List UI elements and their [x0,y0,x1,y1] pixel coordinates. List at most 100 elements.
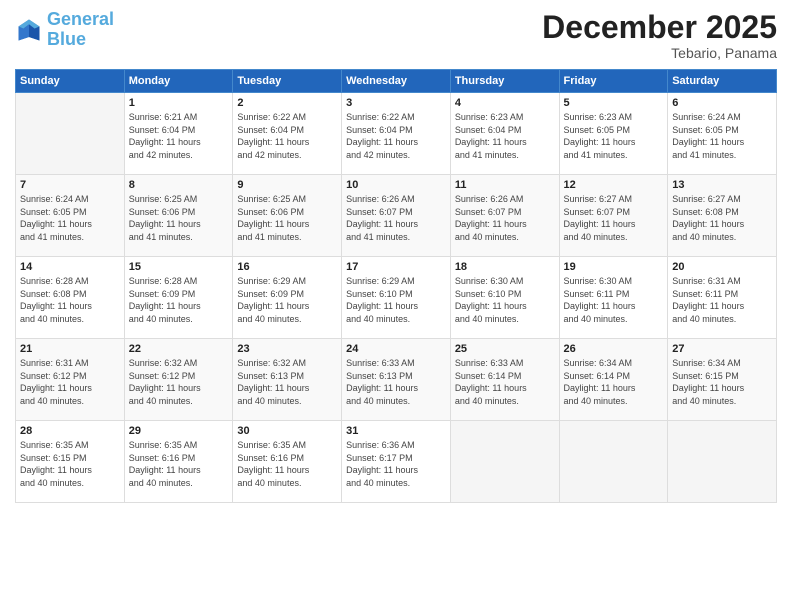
calendar-day-cell: 3 Sunrise: 6:22 AM Sunset: 6:04 PM Daylig… [342,93,451,175]
calendar-day-cell: 13 Sunrise: 6:27 AM Sunset: 6:08 PM Dayli… [668,175,777,257]
calendar-day-cell: 15 Sunrise: 6:28 AM Sunset: 6:09 PM Dayli… [124,257,233,339]
day-number: 29 [129,425,229,437]
calendar-day-cell: 21 Sunrise: 6:31 AM Sunset: 6:12 PM Dayli… [16,339,125,421]
calendar-day-cell: 24 Sunrise: 6:33 AM Sunset: 6:13 PM Dayli… [342,339,451,421]
logo-text-block: General Blue [47,10,114,50]
day-number: 25 [455,343,555,355]
day-number: 22 [129,343,229,355]
calendar-day-cell [450,421,559,503]
month-title: December 2025 [542,10,777,45]
calendar-day-cell: 9 Sunrise: 6:25 AM Sunset: 6:06 PM Daylig… [233,175,342,257]
day-number: 27 [672,343,772,355]
day-info: Sunrise: 6:24 AM Sunset: 6:05 PM Dayligh… [20,193,120,243]
calendar-day-cell: 17 Sunrise: 6:29 AM Sunset: 6:10 PM Dayli… [342,257,451,339]
day-number: 13 [672,179,772,191]
day-number: 15 [129,261,229,273]
day-info: Sunrise: 6:32 AM Sunset: 6:13 PM Dayligh… [237,357,337,407]
calendar-day-cell: 10Sunrise: 6:26 AM Sunset: 6:07 PM Dayli… [342,175,451,257]
day-number: 31 [346,425,446,437]
calendar-day-cell: 30 Sunrise: 6:35 AM Sunset: 6:16 PM Dayli… [233,421,342,503]
calendar-day-cell: 27 Sunrise: 6:34 AM Sunset: 6:15 PM Dayli… [668,339,777,421]
calendar-day-cell: 4Sunrise: 6:23 AM Sunset: 6:04 PM Daylig… [450,93,559,175]
calendar-week-row: 7Sunrise: 6:24 AM Sunset: 6:05 PM Daylig… [16,175,777,257]
calendar-header: SundayMondayTuesdayWednesdayThursdayFrid… [16,70,777,93]
calendar-body: 1Sunrise: 6:21 AM Sunset: 6:04 PM Daylig… [16,93,777,503]
day-info: Sunrise: 6:21 AM Sunset: 6:04 PM Dayligh… [129,111,229,161]
calendar-day-cell [668,421,777,503]
day-info: Sunrise: 6:35 AM Sunset: 6:16 PM Dayligh… [237,439,337,489]
header-day: Wednesday [342,70,451,93]
header-day: Friday [559,70,668,93]
day-number: 10 [346,179,446,191]
day-info: Sunrise: 6:33 AM Sunset: 6:14 PM Dayligh… [455,357,555,407]
day-info: Sunrise: 6:23 AM Sunset: 6:05 PM Dayligh… [564,111,664,161]
logo-icon [15,16,43,44]
day-number: 18 [455,261,555,273]
day-info: Sunrise: 6:35 AM Sunset: 6:15 PM Dayligh… [20,439,120,489]
calendar-day-cell: 11Sunrise: 6:26 AM Sunset: 6:07 PM Dayli… [450,175,559,257]
day-info: Sunrise: 6:28 AM Sunset: 6:09 PM Dayligh… [129,275,229,325]
day-info: Sunrise: 6:29 AM Sunset: 6:09 PM Dayligh… [237,275,337,325]
logo: General Blue [15,10,114,50]
day-info: Sunrise: 6:32 AM Sunset: 6:12 PM Dayligh… [129,357,229,407]
day-number: 11 [455,179,555,191]
calendar-day-cell: 16 Sunrise: 6:29 AM Sunset: 6:09 PM Dayli… [233,257,342,339]
day-number: 23 [237,343,337,355]
header-day: Monday [124,70,233,93]
header-row: SundayMondayTuesdayWednesdayThursdayFrid… [16,70,777,93]
day-info: Sunrise: 6:25 AM Sunset: 6:06 PM Dayligh… [237,193,337,243]
day-number: 19 [564,261,664,273]
day-info: Sunrise: 6:34 AM Sunset: 6:14 PM Dayligh… [564,357,664,407]
day-info: Sunrise: 6:28 AM Sunset: 6:08 PM Dayligh… [20,275,120,325]
calendar-week-row: 14Sunrise: 6:28 AM Sunset: 6:08 PM Dayli… [16,257,777,339]
day-number: 21 [20,343,120,355]
day-info: Sunrise: 6:24 AM Sunset: 6:05 PM Dayligh… [672,111,772,161]
header-day: Thursday [450,70,559,93]
calendar-day-cell: 28Sunrise: 6:35 AM Sunset: 6:15 PM Dayli… [16,421,125,503]
day-info: Sunrise: 6:23 AM Sunset: 6:04 PM Dayligh… [455,111,555,161]
header-day: Tuesday [233,70,342,93]
day-number: 30 [237,425,337,437]
calendar-day-cell: 7Sunrise: 6:24 AM Sunset: 6:05 PM Daylig… [16,175,125,257]
header-day: Sunday [16,70,125,93]
calendar-day-cell: 14Sunrise: 6:28 AM Sunset: 6:08 PM Dayli… [16,257,125,339]
day-number: 16 [237,261,337,273]
day-info: Sunrise: 6:34 AM Sunset: 6:15 PM Dayligh… [672,357,772,407]
calendar-day-cell: 25 Sunrise: 6:33 AM Sunset: 6:14 PM Dayli… [450,339,559,421]
day-info: Sunrise: 6:22 AM Sunset: 6:04 PM Dayligh… [346,111,446,161]
calendar-week-row: 1Sunrise: 6:21 AM Sunset: 6:04 PM Daylig… [16,93,777,175]
calendar-week-row: 21 Sunrise: 6:31 AM Sunset: 6:12 PM Dayli… [16,339,777,421]
day-number: 26 [564,343,664,355]
location-subtitle: Tebario, Panama [542,45,777,61]
day-info: Sunrise: 6:30 AM Sunset: 6:11 PM Dayligh… [564,275,664,325]
day-number: 2 [237,97,337,109]
calendar-day-cell: 31Sunrise: 6:36 AM Sunset: 6:17 PM Dayli… [342,421,451,503]
logo-blue: Blue [47,29,86,49]
header-day: Saturday [668,70,777,93]
day-number: 20 [672,261,772,273]
calendar-day-cell: 12 Sunrise: 6:27 AM Sunset: 6:07 PM Dayli… [559,175,668,257]
day-info: Sunrise: 6:31 AM Sunset: 6:12 PM Dayligh… [20,357,120,407]
calendar-day-cell: 29Sunrise: 6:35 AM Sunset: 6:16 PM Dayli… [124,421,233,503]
calendar-day-cell [16,93,125,175]
calendar-table: SundayMondayTuesdayWednesdayThursdayFrid… [15,69,777,503]
day-number: 6 [672,97,772,109]
calendar-container: General Blue December 2025 Tebario, Pana… [0,0,792,612]
day-info: Sunrise: 6:29 AM Sunset: 6:10 PM Dayligh… [346,275,446,325]
day-info: Sunrise: 6:27 AM Sunset: 6:08 PM Dayligh… [672,193,772,243]
day-info: Sunrise: 6:33 AM Sunset: 6:13 PM Dayligh… [346,357,446,407]
calendar-day-cell [559,421,668,503]
day-number: 9 [237,179,337,191]
day-number: 12 [564,179,664,191]
calendar-day-cell: 2Sunrise: 6:22 AM Sunset: 6:04 PM Daylig… [233,93,342,175]
day-number: 3 [346,97,446,109]
logo-general: General [47,9,114,29]
day-number: 24 [346,343,446,355]
day-number: 5 [564,97,664,109]
calendar-day-cell: 20 Sunrise: 6:31 AM Sunset: 6:11 PM Dayli… [668,257,777,339]
day-info: Sunrise: 6:27 AM Sunset: 6:07 PM Dayligh… [564,193,664,243]
logo-text: General Blue [47,10,114,50]
day-number: 17 [346,261,446,273]
day-info: Sunrise: 6:31 AM Sunset: 6:11 PM Dayligh… [672,275,772,325]
calendar-week-row: 28Sunrise: 6:35 AM Sunset: 6:15 PM Dayli… [16,421,777,503]
